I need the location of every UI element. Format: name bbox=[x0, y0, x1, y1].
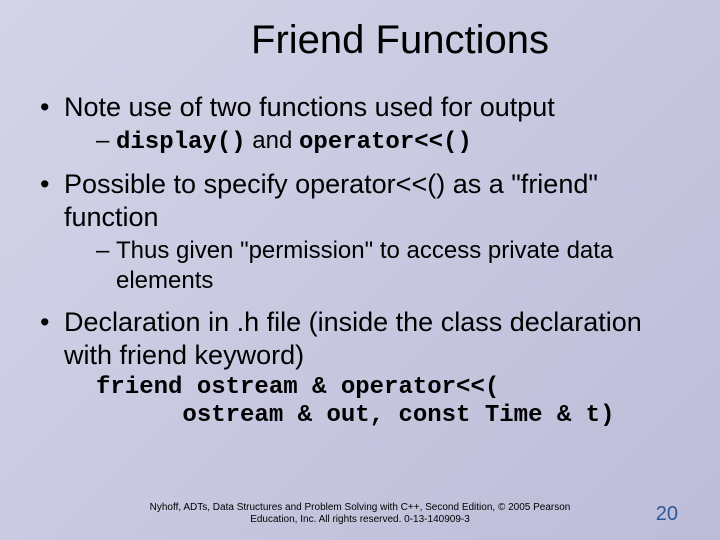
code-block: friend ostream & operator<<( ostream & o… bbox=[64, 374, 688, 432]
bullet-list: Note use of two functions used for outpu… bbox=[32, 91, 688, 431]
bullet-3-text: Declaration in .h file (inside the class… bbox=[64, 307, 642, 370]
code-display: display() bbox=[116, 129, 246, 156]
bullet-1: Note use of two functions used for outpu… bbox=[32, 91, 688, 158]
bullet-2-text: Possible to specify operator<<() as a "f… bbox=[64, 169, 598, 232]
bullet-3: Declaration in .h file (inside the class… bbox=[32, 306, 688, 431]
sub-mid-text: and bbox=[246, 127, 299, 154]
slide: Friend Functions Note use of two functio… bbox=[0, 0, 720, 540]
bullet-1-text: Note use of two functions used for outpu… bbox=[64, 92, 555, 122]
bullet-2-sub-list: Thus given "permission" to access privat… bbox=[64, 236, 688, 296]
code-line-2: ostream & out, const Time & t) bbox=[96, 402, 614, 429]
footer-citation: Nyhoff, ADTs, Data Structures and Proble… bbox=[0, 502, 720, 526]
page-number: 20 bbox=[656, 503, 678, 526]
footer-line-1: Nyhoff, ADTs, Data Structures and Proble… bbox=[150, 502, 571, 513]
bullet-2: Possible to specify operator<<() as a "f… bbox=[32, 168, 688, 296]
bullet-2-sub: Thus given "permission" to access privat… bbox=[64, 236, 688, 296]
bullet-2-sub-text: Thus given "permission" to access privat… bbox=[116, 237, 613, 294]
code-line-1: friend ostream & operator<<( bbox=[96, 374, 499, 401]
code-operator: operator<<() bbox=[299, 129, 472, 156]
footer-line-2: Education, Inc. All rights reserved. 0-1… bbox=[250, 514, 470, 525]
bullet-1-sub: display() and operator<<() bbox=[64, 126, 688, 158]
bullet-1-sub-list: display() and operator<<() bbox=[64, 126, 688, 158]
slide-title: Friend Functions bbox=[32, 18, 688, 63]
